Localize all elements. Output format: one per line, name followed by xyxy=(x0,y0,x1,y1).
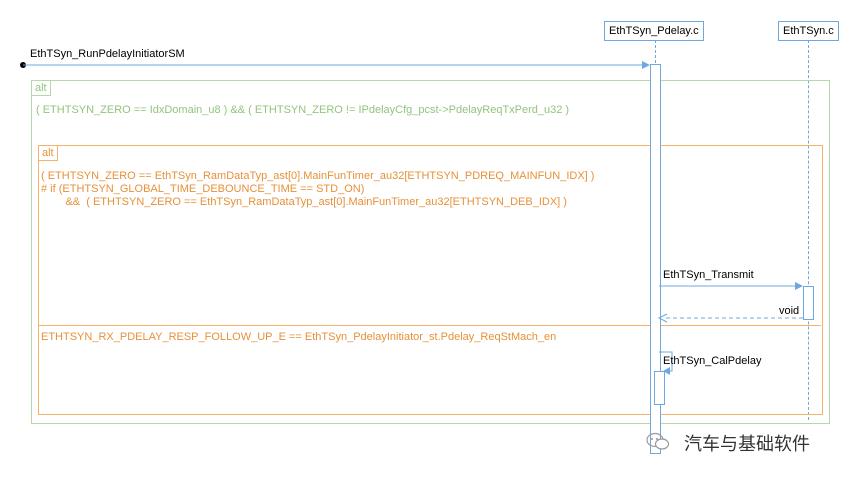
self-call-arrowhead xyxy=(663,367,670,375)
wechat-icon xyxy=(646,432,670,450)
return-arrowhead xyxy=(657,313,668,323)
found-message-label: EthTSyn_RunPdelayInitiatorSM xyxy=(30,48,185,60)
transmit-arrowhead xyxy=(795,282,803,290)
self-call-label: EthTSyn_CalPdelay xyxy=(663,355,762,367)
transmit-label: EthTSyn_Transmit xyxy=(663,269,754,281)
return-label: void xyxy=(779,305,800,317)
found-message-arrowhead xyxy=(642,61,650,69)
arrows-layer xyxy=(20,61,803,450)
watermark-text: 汽车与基础软件 xyxy=(684,434,810,454)
